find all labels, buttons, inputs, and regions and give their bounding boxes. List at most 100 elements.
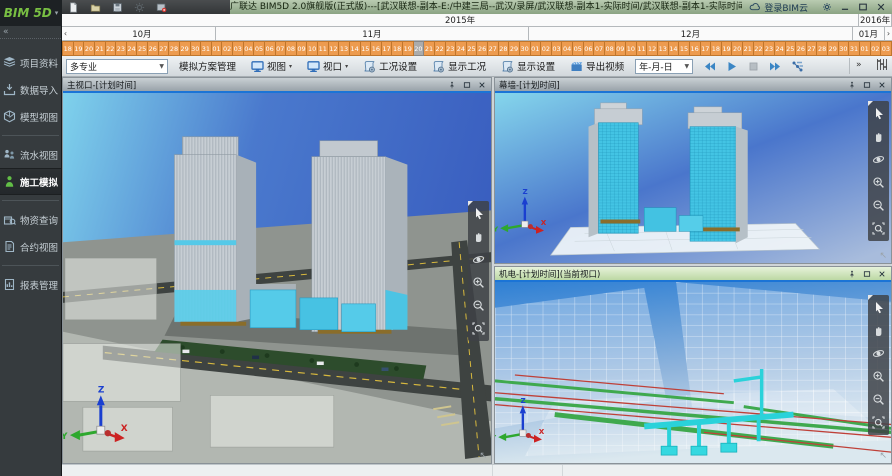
simulation-plan-manage-button[interactable]: 模拟方案管理 [177,58,238,74]
timeline-day[interactable]: 29 [828,41,839,56]
timeline-day[interactable]: 26 [148,41,159,56]
timeline-day[interactable]: 12 [647,41,658,56]
timeline-day[interactable]: 06 [265,41,276,56]
orbit-tool-button[interactable] [870,150,887,169]
timeline-day[interactable]: 20 [84,41,95,56]
timeline-day[interactable]: 25 [467,41,478,56]
timeline-day[interactable]: 26 [796,41,807,56]
timeline-day[interactable]: 28 [499,41,510,56]
timeline-day[interactable]: 26 [477,41,488,56]
zoom-in-tool-button[interactable] [870,367,887,386]
timeline-day[interactable]: 11 [637,41,648,56]
orbit-tool-button[interactable] [470,250,487,269]
close-viewport-button[interactable] [876,268,887,279]
pin-button[interactable] [446,79,457,90]
timeline-day[interactable]: 23 [764,41,775,56]
timeline-day[interactable]: 19 [403,41,414,56]
sidebar-item-flow-view[interactable]: 流水视图 [0,141,61,168]
timeline-day[interactable]: 24 [775,41,786,56]
timeline-month[interactable]: 11月 [216,27,529,40]
timeline-day[interactable]: 25 [786,41,797,56]
timeline-day[interactable]: 04 [562,41,573,56]
bim-cloud-login-button[interactable]: 登录BIM云 [745,1,812,14]
sidebar-item-material-query[interactable]: 物资查询 [0,206,61,233]
display-settings-button[interactable]: 显示设置 [499,58,557,74]
timeline-day[interactable]: 15 [679,41,690,56]
timeline-day[interactable]: 06 [584,41,595,56]
timeline-day[interactable]: 16 [371,41,382,56]
timeline-day[interactable]: 19 [722,41,733,56]
sidebar-collapse-icon[interactable]: « [3,28,12,37]
timeline-day[interactable]: 25 [137,41,148,56]
timeline-day[interactable]: 30 [520,41,531,56]
view-button[interactable]: 视图▾ [249,58,294,74]
timeline-month[interactable]: 12月 [529,27,853,40]
zoom-extents-tool-button[interactable] [870,219,887,238]
zoom-extents-tool-button[interactable] [870,413,887,432]
zoom-out-tool-button[interactable] [870,390,887,409]
timeline-day[interactable]: 13 [658,41,669,56]
close-button[interactable] [872,1,890,13]
timeline-day[interactable]: 18 [711,41,722,56]
timeline-day[interactable]: 18 [392,41,403,56]
mep-3d-canvas[interactable]: Z Y X [495,282,891,463]
timeline-day[interactable]: 05 [254,41,265,56]
curtain-3d-canvas[interactable]: Z Y X [495,93,891,263]
close-viewport-button[interactable] [476,79,487,90]
viewport-mep-header[interactable]: 机电-[计划时间](当前视口) [495,267,891,280]
overflow-button[interactable]: » [856,59,869,73]
main-3d-canvas[interactable]: Z Y X [63,93,491,463]
timeline-day[interactable]: 12 [329,41,340,56]
timeline-day[interactable]: 22 [435,41,446,56]
timeline-day[interactable]: 22 [106,41,117,56]
timeline-day[interactable]: 29 [509,41,520,56]
stop-button[interactable] [746,60,761,73]
zoom-out-tool-button[interactable] [870,196,887,215]
pin-button[interactable] [846,268,857,279]
timeline-day[interactable]: 02 [222,41,233,56]
minimize-button[interactable] [836,1,854,13]
new-document-button[interactable] [66,1,80,13]
zoom-out-tool-button[interactable] [470,296,487,315]
timeline-day[interactable]: 19 [74,41,85,56]
timeline-day[interactable]: 21 [95,41,106,56]
save-button[interactable] [110,1,124,13]
timeline-day[interactable]: 28 [817,41,828,56]
pan-hand-tool-button[interactable] [870,127,887,146]
timeline-day[interactable]: 18 [62,41,74,56]
timeline-day[interactable]: 05 [573,41,584,56]
timeline-day[interactable]: 31 [201,41,212,56]
timeline-day[interactable]: 04 [244,41,255,56]
timeline-day[interactable]: 07 [276,41,287,56]
open-folder-button[interactable] [88,1,102,13]
zoom-in-tool-button[interactable] [470,273,487,292]
timeline-scroll-left-button[interactable]: ‹ [62,27,69,40]
gantt-grid-button[interactable] [875,58,888,74]
maximize-viewport-button[interactable] [461,79,472,90]
timeline-day[interactable]: 10 [626,41,637,56]
viewport-main-header[interactable]: 主视口-[计划时间] [63,78,491,91]
timeline-day[interactable]: 16 [690,41,701,56]
timeline-day[interactable]: 03 [881,41,892,56]
timeline-day[interactable]: 01 [531,41,542,56]
timeline-day[interactable]: 27 [159,41,170,56]
pan-hand-tool-button[interactable] [870,321,887,340]
timeline-day[interactable]: 09 [297,41,308,56]
pan-hand-tool-button[interactable] [470,227,487,246]
timeline-day[interactable]: 07 [594,41,605,56]
timeline-day[interactable]: 08 [605,41,616,56]
timeline-day[interactable]: 14 [350,41,361,56]
timeline-day[interactable]: 23 [116,41,127,56]
timeline-day[interactable]: 10 [307,41,318,56]
profession-filter-dropdown[interactable]: 多专业 ▼ [66,59,168,74]
timeline-day[interactable]: 01 [860,41,871,56]
timeline-month[interactable]: 01月 [853,27,885,40]
timeline-day[interactable]: 27 [488,41,499,56]
timeline-day[interactable]: 20 [732,41,743,56]
close-viewport-button[interactable] [876,79,887,90]
orbit-tool-button[interactable] [870,344,887,363]
sidebar-item-construction-sim[interactable]: 施工模拟 [0,168,61,195]
viewport-button[interactable]: 视口▾ [305,58,350,74]
show-work-condition-button[interactable]: 显示工况 [430,58,488,74]
date-format-dropdown[interactable]: 年-月-日 ▼ [635,59,693,74]
